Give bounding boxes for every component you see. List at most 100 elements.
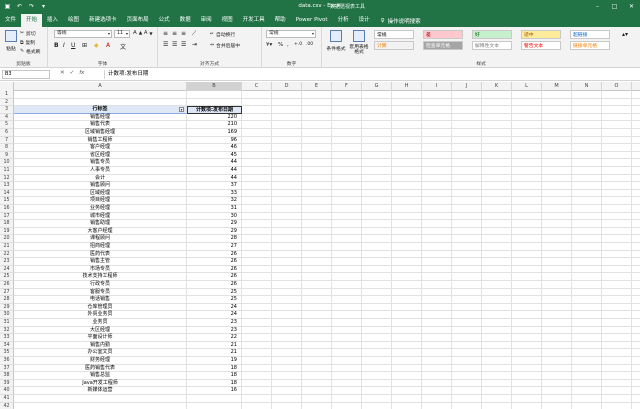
empty-cells[interactable]	[242, 326, 640, 335]
empty-cells[interactable]	[242, 235, 640, 243]
pivot-row-label-header[interactable]: 行标签 ▾	[14, 106, 187, 114]
align-bottom-icon[interactable]: ≡	[181, 30, 186, 37]
cell-a[interactable]: 业务员	[14, 319, 187, 327]
align-middle-icon[interactable]: ≡	[172, 30, 177, 37]
tab-2[interactable]: 插入	[42, 14, 63, 27]
cell-a[interactable]: 业务经理	[14, 205, 187, 213]
cut-button[interactable]: ✂ 剪切	[20, 30, 36, 37]
empty-cells[interactable]	[242, 372, 640, 380]
empty-cells[interactable]	[242, 364, 640, 373]
empty-cells[interactable]	[242, 334, 640, 342]
align-top-icon[interactable]: ≡	[163, 30, 168, 37]
cell-b[interactable]: 24	[187, 303, 242, 312]
increase-decimal-icon[interactable]: +.0	[294, 42, 302, 47]
close-icon[interactable]: ✕	[627, 2, 636, 11]
format-as-table-button[interactable]: 套用表格格式	[348, 30, 370, 55]
cell-b[interactable]: 19	[187, 357, 242, 365]
cell-b[interactable]: 21	[187, 341, 242, 350]
row-number[interactable]: 32	[0, 326, 14, 335]
cell-a[interactable]: 销售代表	[14, 121, 187, 129]
enter-icon[interactable]: ✓	[70, 70, 75, 76]
cell-b[interactable]: 18	[187, 372, 242, 380]
cell-b[interactable]: 220	[187, 113, 242, 122]
cell-b[interactable]: 23	[187, 319, 242, 327]
empty-cells[interactable]	[242, 258, 640, 266]
empty-cells[interactable]	[242, 341, 640, 350]
cell-b[interactable]: 96	[187, 136, 242, 145]
row-number[interactable]: 16	[0, 205, 14, 213]
decrease-decimal-icon[interactable]: .00	[306, 42, 313, 47]
column-header-l[interactable]: L	[512, 82, 542, 91]
cell-a[interactable]	[14, 395, 187, 403]
cell-a[interactable]: 课程顾问	[14, 235, 187, 243]
cell-a[interactable]: 区域销售经理	[14, 129, 187, 137]
empty-cells[interactable]	[242, 197, 640, 205]
align-right-icon[interactable]: ☰	[181, 41, 186, 48]
row-number[interactable]: 36	[0, 357, 14, 365]
row-number[interactable]: 1	[0, 91, 14, 99]
cell-a[interactable]: 销售专员	[14, 159, 187, 167]
bold-button[interactable]: B	[54, 42, 59, 49]
tab-12[interactable]: Power Pivot	[291, 14, 333, 27]
wrap-text-button[interactable]: ↵ 自动换行	[210, 31, 235, 38]
empty-cells[interactable]	[242, 357, 640, 365]
empty-cells[interactable]	[242, 106, 640, 114]
font-size-select[interactable]: 11 ▾	[114, 30, 130, 38]
cell-b[interactable]: 18	[187, 379, 242, 388]
cell-b[interactable]: 44	[187, 167, 242, 175]
empty-cells[interactable]	[242, 273, 640, 281]
empty-cells[interactable]	[242, 311, 640, 319]
cell-a[interactable]: 销售总监	[14, 372, 187, 380]
cell-b[interactable]: 33	[187, 189, 242, 198]
cell-b[interactable]	[187, 98, 242, 107]
cell-a[interactable]: 电话销售	[14, 296, 187, 304]
row-number[interactable]: 14	[0, 189, 14, 198]
cell-b[interactable]: 26	[187, 273, 242, 281]
cell-b[interactable]: 16	[187, 387, 242, 395]
cell-style-2[interactable]: 好	[472, 30, 512, 39]
increase-font-button[interactable]: A ▲	[133, 30, 142, 36]
row-number[interactable]: 12	[0, 174, 14, 183]
cell-a[interactable]: 项目经理	[14, 197, 187, 205]
gallery-scroll-icon[interactable]: ▴▾	[622, 31, 628, 38]
empty-cells[interactable]	[242, 91, 640, 99]
tab-7[interactable]: 数据	[175, 14, 196, 27]
cell-a[interactable]: 销售主管	[14, 258, 187, 266]
conditional-format-button[interactable]: 条件格式	[325, 30, 347, 52]
cell-b[interactable]: 22	[187, 334, 242, 342]
row-number[interactable]: 33	[0, 334, 14, 342]
row-number[interactable]: 40	[0, 387, 14, 395]
row-number[interactable]: 2	[0, 98, 14, 107]
row-number[interactable]: 29	[0, 303, 14, 312]
row-number[interactable]: 15	[0, 197, 14, 205]
empty-cells[interactable]	[242, 303, 640, 312]
cell-b[interactable]: 24	[187, 311, 242, 319]
minimize-icon[interactable]: –	[593, 2, 602, 11]
column-header-g[interactable]: G	[362, 82, 392, 91]
empty-cells[interactable]	[242, 174, 640, 183]
name-box[interactable]: B3	[2, 70, 50, 79]
column-header-m[interactable]: M	[542, 82, 572, 91]
fx-icon[interactable]: fx	[79, 70, 84, 76]
empty-cells[interactable]	[242, 402, 640, 409]
cell-b[interactable]: 23	[187, 326, 242, 335]
align-left-icon[interactable]: ☰	[163, 41, 168, 48]
cell-b[interactable]: 46	[187, 144, 242, 152]
cell-style-6[interactable]: 检查单元格	[423, 41, 463, 50]
empty-cells[interactable]	[242, 121, 640, 129]
cell-b[interactable]: 30	[187, 212, 242, 221]
indent-icon[interactable]: ⇥	[192, 41, 197, 48]
tab-3[interactable]: 绘图	[63, 14, 84, 27]
row-number[interactable]: 13	[0, 182, 14, 190]
empty-cells[interactable]	[242, 151, 640, 160]
cell-b[interactable]	[187, 395, 242, 403]
row-number[interactable]: 10	[0, 159, 14, 167]
empty-cells[interactable]	[242, 265, 640, 274]
cell-b[interactable]: 29	[187, 227, 242, 236]
column-header-i[interactable]: I	[422, 82, 452, 91]
empty-cells[interactable]	[242, 212, 640, 221]
cell-b[interactable]: 27	[187, 243, 242, 251]
row-number[interactable]: 9	[0, 151, 14, 160]
row-number[interactable]: 21	[0, 243, 14, 251]
cell-b[interactable]: 210	[187, 121, 242, 129]
